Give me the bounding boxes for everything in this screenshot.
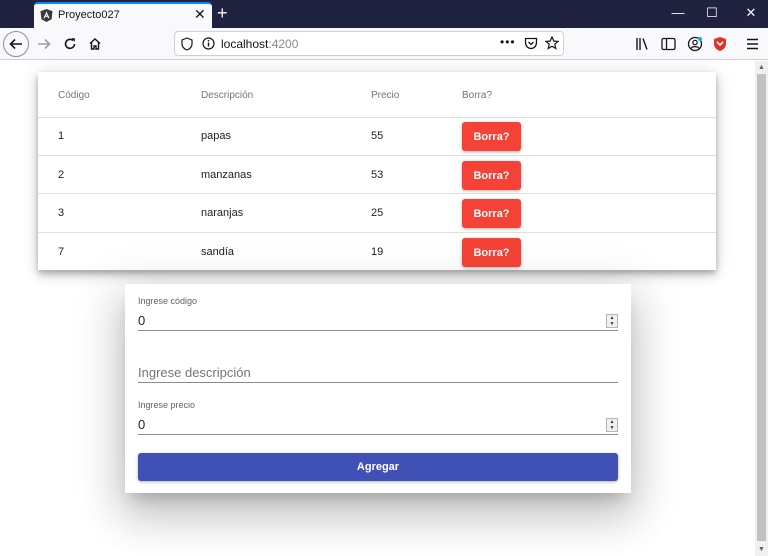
maximize-icon[interactable]: ☐	[698, 5, 726, 23]
delete-button[interactable]: Borra?	[462, 161, 521, 190]
scroll-thumb[interactable]	[757, 74, 766, 541]
library-icon[interactable]	[635, 37, 650, 51]
info-icon[interactable]	[202, 37, 215, 50]
navigation-bar: localhost:4200 •••	[0, 28, 768, 60]
codigo-stepper[interactable]: ▲ ▼	[606, 314, 618, 328]
cell-codigo: 3	[58, 207, 65, 219]
cell-precio: 19	[371, 246, 384, 258]
add-button[interactable]: Agregar	[138, 453, 618, 481]
cell-descripcion: naranjas	[201, 207, 244, 219]
title-bar: Proyecto027 ✕ + — ☐ ✕	[0, 0, 768, 28]
divider	[38, 232, 716, 233]
angular-icon	[40, 9, 53, 22]
header-precio: Precio	[371, 90, 400, 101]
scroll-down-icon[interactable]: ▼	[758, 546, 765, 553]
divider	[38, 193, 716, 194]
page-content: Código Descripción Precio Borra? 1 papas…	[0, 61, 755, 556]
cell-precio: 55	[371, 130, 384, 142]
url-bar[interactable]: localhost:4200 •••	[174, 31, 564, 56]
bookmark-star-icon[interactable]	[545, 36, 559, 50]
home-icon[interactable]	[82, 31, 108, 57]
delete-button[interactable]: Borra?	[462, 238, 521, 267]
cell-descripcion: manzanas	[201, 169, 252, 181]
delete-button[interactable]: Borra?	[462, 122, 521, 151]
codigo-input[interactable]	[138, 311, 618, 331]
header-descripcion: Descripción	[201, 90, 254, 101]
cell-codigo: 7	[58, 246, 65, 258]
precio-input[interactable]	[138, 415, 618, 435]
reload-icon[interactable]	[57, 31, 83, 57]
divider	[38, 155, 716, 156]
extension-shield-icon[interactable]	[713, 36, 727, 52]
codigo-label: Ingrese código	[138, 296, 198, 306]
new-tab-icon[interactable]: +	[217, 3, 228, 24]
header-borra: Borra?	[462, 90, 493, 101]
page-actions-icon[interactable]: •••	[500, 35, 516, 49]
add-product-form: Ingrese código ▲▼ Ingrese precio ▲▼ Agre…	[125, 284, 631, 493]
sidebar-icon[interactable]	[661, 37, 676, 51]
products-table: Código Descripción Precio Borra? 1 papas…	[38, 72, 716, 270]
close-window-icon[interactable]: ✕	[737, 5, 765, 23]
cell-precio: 53	[371, 169, 384, 181]
url-text[interactable]: localhost:4200	[221, 37, 298, 51]
browser-tab[interactable]: Proyecto027 ✕	[34, 2, 212, 28]
divider	[38, 117, 716, 118]
header-codigo: Código	[58, 90, 90, 101]
scrollbar[interactable]: ▲ ▼	[755, 61, 768, 556]
menu-icon[interactable]	[746, 38, 759, 50]
cell-codigo: 2	[58, 169, 65, 181]
delete-button[interactable]: Borra?	[462, 199, 521, 228]
precio-stepper[interactable]: ▲ ▼	[606, 418, 618, 432]
close-tab-icon[interactable]: ✕	[194, 6, 206, 23]
cell-codigo: 1	[58, 130, 65, 142]
precio-label: Ingrese precio	[138, 400, 196, 410]
scroll-up-icon[interactable]: ▲	[758, 64, 765, 71]
forward-icon[interactable]	[31, 31, 57, 57]
shield-icon[interactable]	[181, 37, 193, 51]
descripcion-input[interactable]	[138, 363, 618, 383]
cell-descripcion: papas	[201, 130, 231, 142]
pocket-icon[interactable]	[524, 37, 538, 50]
minimize-icon[interactable]: —	[664, 5, 692, 23]
cell-descripcion: sandía	[201, 246, 235, 258]
tab-title: Proyecto027	[58, 9, 120, 21]
account-icon[interactable]	[687, 36, 703, 52]
cell-precio: 25	[371, 207, 384, 219]
back-icon[interactable]	[3, 31, 29, 57]
